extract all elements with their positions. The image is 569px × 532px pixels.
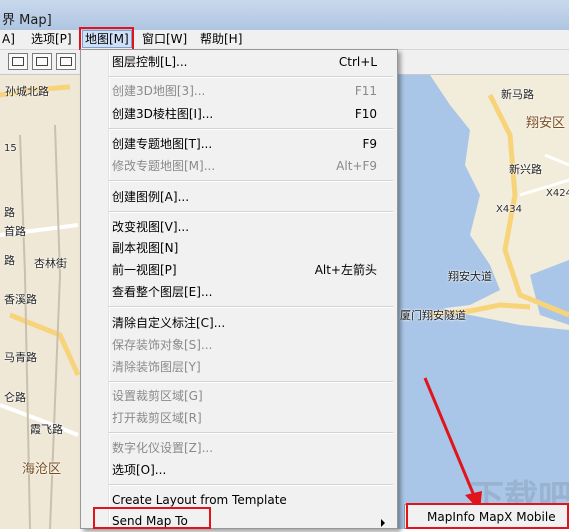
- menu-item-modify-thematic-map[interactable]: 修改专题地图[M]... Alt+F9: [81, 156, 397, 177]
- menu-separator: [109, 306, 393, 308]
- map-label: 15: [4, 143, 17, 154]
- map-label: 首路: [4, 225, 26, 238]
- menu-window[interactable]: 窗口[W]: [140, 31, 189, 47]
- menu-item-label: 副本视图[N]: [112, 241, 179, 255]
- menu-item-shortcut: Alt+F9: [336, 159, 377, 173]
- map-label: X434: [496, 204, 522, 215]
- menu-item-create-thematic-map[interactable]: 创建专题地图[T]... F9: [81, 134, 397, 155]
- menu-options[interactable]: 选项[P]: [29, 31, 74, 47]
- menu-item-set-clip-region[interactable]: 设置裁剪区域[G]: [81, 386, 397, 407]
- map-label: 香溪路: [4, 293, 37, 306]
- submenu-arrow-icon: [381, 519, 385, 527]
- menu-item-label: 改变视图[V]...: [112, 220, 190, 234]
- menu-item-shortcut: F10: [354, 107, 377, 121]
- menu-item-label: 数字化仪设置[Z]...: [112, 441, 214, 455]
- menu-item-digitizer-setup[interactable]: 数字化仪设置[Z]...: [81, 438, 397, 459]
- toolbar-button-2[interactable]: [32, 53, 52, 70]
- map-label: 马青路: [4, 351, 37, 364]
- menu-item-previous-view[interactable]: 前一视图[P] Alt+左箭头: [81, 260, 397, 281]
- menu-item-label: 清除装饰图层[Y]: [112, 360, 201, 374]
- menu-separator: [109, 180, 393, 182]
- menu-item-create-3d-prism[interactable]: 创建3D棱柱图[I]... F10: [81, 104, 397, 125]
- menu-partial[interactable]: A]: [0, 31, 17, 47]
- menu-item-label: 前一视图[P]: [112, 263, 177, 277]
- menu-item-label: 选项[O]...: [112, 463, 167, 477]
- map-label: 霞飞路: [30, 423, 63, 436]
- send-map-to-highlight: [93, 507, 211, 529]
- window-icon: [60, 57, 72, 66]
- map-label: 路: [4, 254, 15, 267]
- map-label: 厦门翔安隧道: [400, 309, 466, 322]
- menu-item-shortcut: F11: [354, 84, 377, 98]
- menu-map-highlight: [79, 27, 134, 51]
- map-label: 路: [4, 206, 15, 219]
- menu-item-clear-custom-labels[interactable]: 清除自定义标注[C]...: [81, 313, 397, 334]
- map-label: 孙城北路: [5, 85, 49, 98]
- menu-item-save-cosmetic-objects[interactable]: 保存装饰对象[S]...: [81, 335, 397, 356]
- menu-item-label: 设置裁剪区域[G]: [112, 389, 203, 403]
- map-label: 新兴路: [509, 163, 542, 176]
- map-menu-dropdown: 图层控制[L]... Ctrl+L 创建3D地图[3]... F11 创建3D棱…: [80, 49, 398, 529]
- map-label: 杏林街: [34, 257, 67, 270]
- menu-item-label: 清除自定义标注[C]...: [112, 316, 226, 330]
- menu-item-shortcut: F9: [362, 137, 377, 151]
- window-icon: [12, 57, 24, 66]
- menu-separator: [109, 76, 393, 78]
- menu-item-clear-cosmetic-layer[interactable]: 清除装饰图层[Y]: [81, 357, 397, 378]
- window-icon: [36, 57, 48, 66]
- menu-item-label: 查看整个图层[E]...: [112, 285, 213, 299]
- menu-item-label: 打开裁剪区域[R]: [112, 411, 202, 425]
- menu-separator: [109, 128, 393, 130]
- map-label: 仑路: [4, 391, 26, 404]
- menu-item-label: 创建3D地图[3]...: [112, 84, 206, 98]
- map-label: 翔安大道: [448, 270, 492, 283]
- menu-item-shortcut: Alt+左箭头: [314, 263, 377, 277]
- menu-item-create-3d-map[interactable]: 创建3D地图[3]... F11: [81, 81, 397, 102]
- menu-item-label: 创建图例[A]...: [112, 190, 190, 204]
- menu-separator: [109, 381, 393, 383]
- menu-help[interactable]: 帮助[H]: [198, 31, 244, 47]
- menu-item-clip-region-on[interactable]: 打开裁剪区域[R]: [81, 408, 397, 429]
- menu-item-view-entire-layer[interactable]: 查看整个图层[E]...: [81, 282, 397, 303]
- menu-item-label: 创建专题地图[T]...: [112, 137, 213, 151]
- map-label: 海沧区: [22, 462, 62, 477]
- toolbar-button-3[interactable]: [56, 53, 76, 70]
- menu-item-label: 保存装饰对象[S]...: [112, 338, 213, 352]
- menu-separator: [109, 484, 393, 486]
- menu-separator: [109, 432, 393, 434]
- menu-item-options[interactable]: 选项[O]...: [81, 460, 397, 481]
- menu-item-change-view[interactable]: 改变视图[V]...: [81, 217, 397, 238]
- map-label: 翔安区: [526, 116, 566, 131]
- window-title: 界 Map]: [2, 13, 52, 28]
- menu-item-create-legend[interactable]: 创建图例[A]...: [81, 187, 397, 208]
- menu-item-layer-control[interactable]: 图层控制[L]... Ctrl+L: [81, 52, 397, 73]
- menu-item-clone-view[interactable]: 副本视图[N]: [81, 238, 397, 259]
- menu-separator: [109, 211, 393, 213]
- map-label: 新马路: [501, 88, 534, 101]
- map-label: X424: [546, 188, 569, 199]
- menu-item-label: 创建3D棱柱图[I]...: [112, 107, 214, 121]
- toolbar-button-1[interactable]: [8, 53, 28, 70]
- menu-item-label: 修改专题地图[M]...: [112, 159, 216, 173]
- menu-item-shortcut: Ctrl+L: [338, 55, 377, 69]
- menu-item-label: 图层控制[L]...: [112, 55, 188, 69]
- submenu-highlight: [406, 503, 569, 529]
